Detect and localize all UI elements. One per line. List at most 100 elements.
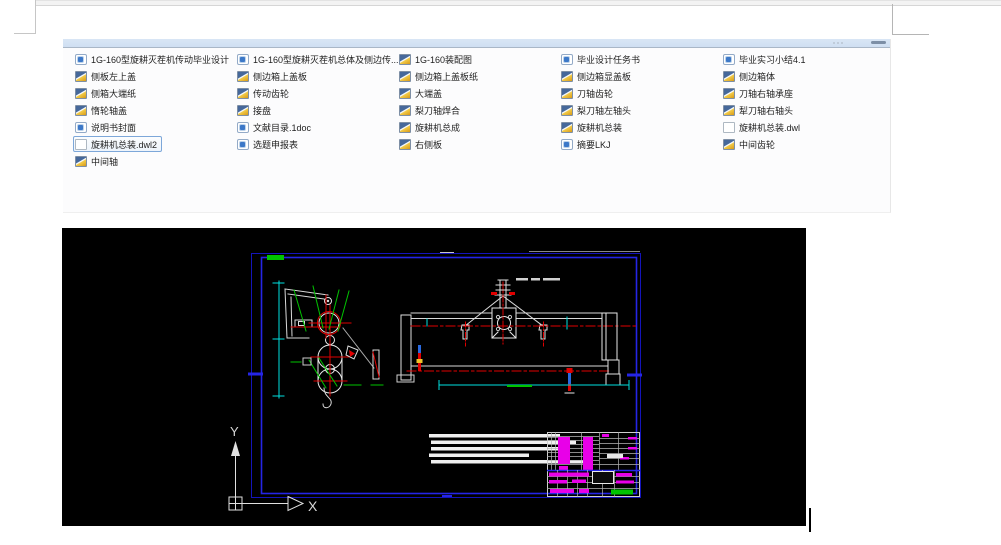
cad-canvas[interactable]: Y X [62, 228, 806, 526]
file-item[interactable]: 选题申报表 [235, 136, 303, 152]
text-cursor [809, 508, 811, 532]
file-item[interactable]: 犁刀轴右轴头 [721, 102, 798, 118]
file-column-2: 1G-160型旋耕灭茬机总体及侧边传... 侧边箱上盖板 传动齿轮 接盘 文献目录.1d… [235, 51, 399, 170]
file-name-label: 毕业实习小结4.1 [739, 54, 806, 65]
image-file-icon [399, 70, 411, 82]
file-item[interactable]: 旋耕机总装.dwl [721, 119, 805, 135]
image-file-icon [723, 70, 735, 82]
image-file-icon [399, 104, 411, 116]
image-file-icon [723, 104, 735, 116]
file-item[interactable]: 刀轴齿轮 [559, 85, 618, 101]
file-name-label: 侧板左上盖 [91, 71, 137, 82]
image-file-icon [399, 121, 411, 133]
file-item[interactable]: 1G-160型旋耕灭茬机传动毕业设计 [73, 51, 234, 67]
file-item[interactable]: 毕业设计任务书 [559, 51, 645, 67]
file-name-label: 刀轴齿轮 [577, 88, 614, 99]
file-name-label: 旋耕机总装.dwl [739, 122, 801, 133]
file-name-label: 文献目录.1doc [253, 122, 312, 133]
file-item[interactable]: 侧边箱上盖板 [235, 68, 312, 84]
file-name-label: 旋耕机总装 [577, 122, 623, 133]
image-file-icon [561, 121, 573, 133]
window-frame-line [14, 33, 36, 34]
file-item[interactable]: 中间轴 [73, 153, 123, 169]
cad-drawing: Y X [228, 251, 642, 514]
word-doc-icon [75, 53, 87, 65]
file-item[interactable]: 接盘 [235, 102, 276, 118]
file-item[interactable]: 侧边箱上盖板纸 [397, 68, 483, 84]
window-frame-line [892, 4, 893, 35]
file-column-1: 1G-160型旋耕灭茬机传动毕业设计侧板左上盖侧箱大端纸惰轮轴盖说明书封面旋耕机… [73, 51, 235, 170]
file-item[interactable]: 传动齿轮 [235, 85, 294, 101]
minimize-dash-icon[interactable] [871, 41, 886, 44]
file-name-label: 说明书封面 [91, 122, 137, 133]
file-name-label: 中间轴 [91, 156, 119, 167]
file-item[interactable]: 梨刀轴左轴头 [559, 102, 636, 118]
file-item[interactable]: 中间齿轮 [721, 136, 780, 152]
image-file-icon [399, 138, 411, 150]
file-item[interactable]: 旋耕机总成 [397, 119, 465, 135]
file-name-label: 侧边箱显盖板 [577, 71, 632, 82]
image-file-icon [75, 155, 87, 167]
image-file-icon [561, 87, 573, 99]
file-item[interactable]: 文献目录.1doc [235, 119, 316, 135]
file-name-label: 大端盖 [415, 88, 443, 99]
word-doc-icon [75, 121, 87, 133]
shaft-detail [416, 345, 573, 391]
file-item[interactable]: 侧边箱体 [721, 68, 780, 84]
file-item[interactable]: 摘要LKJ [559, 136, 616, 152]
file-name-label: 摘要LKJ [577, 139, 611, 150]
grip-dots-icon [833, 42, 835, 44]
file-column-3: 1G-160装配图 侧边箱上盖板纸 大端盖梨刀轴焊合旋耕机总成右侧板 [397, 51, 559, 170]
file-name-label: 梨刀轴左轴头 [577, 105, 632, 116]
image-file-icon [75, 70, 87, 82]
file-list: 1G-160型旋耕灭茬机传动毕业设计 侧板左上盖 侧箱大端纸 惰轮轴盖 说明书封面 旋耕机… [73, 51, 883, 170]
file-item[interactable]: 侧边箱显盖板 [559, 68, 636, 84]
file-item[interactable]: 惰轮轴盖 [73, 102, 132, 118]
file-name-label: 旋耕机总装.dwl2 [91, 139, 158, 150]
file-name-label: 犁刀轴右轴头 [739, 105, 794, 116]
file-item[interactable]: 毕业实习小结4.1 [721, 51, 811, 67]
file-item[interactable]: 侧箱大端纸 [73, 85, 141, 101]
image-file-icon [237, 70, 249, 82]
image-file-icon [237, 104, 249, 116]
file-name-label: 旋耕机总成 [415, 122, 461, 133]
word-doc-icon [237, 138, 249, 150]
image-file-icon [75, 87, 87, 99]
image-file-icon [561, 104, 573, 116]
image-file-icon [561, 70, 573, 82]
file-name-label: 侧边箱上盖板 [253, 71, 308, 82]
panel-header [63, 39, 890, 48]
image-file-icon [237, 87, 249, 99]
file-item-selected[interactable]: 旋耕机总装.dwl2 [73, 136, 163, 152]
word-doc-icon [723, 53, 735, 65]
file-column-4: 毕业设计任务书侧边箱显盖板 刀轴齿轮梨刀轴左轴头 旋耕机总装摘要LKJ [559, 51, 721, 170]
file-item[interactable]: 1G-160装配图 [397, 51, 477, 67]
file-name-label: 接盘 [253, 105, 272, 116]
file-item[interactable]: 右侧板 [397, 136, 447, 152]
image-file-icon [399, 87, 411, 99]
file-name-label: 侧边箱体 [739, 71, 776, 82]
screen: { "file_panel": { "columns": [ { "items"… [0, 0, 1001, 545]
file-name-label: 侧边箱上盖板纸 [415, 71, 479, 82]
side-view [272, 280, 384, 409]
file-name-label: 1G-160装配图 [415, 54, 473, 65]
blank-file-icon [75, 138, 87, 150]
file-list-window: 1G-160型旋耕灭茬机传动毕业设计 侧板左上盖 侧箱大端纸 惰轮轴盖 说明书封面 旋耕机… [63, 39, 891, 213]
file-name-label: 传动齿轮 [253, 88, 290, 99]
file-item[interactable]: 1G-160型旋耕灭茬机总体及侧边传... [235, 51, 404, 67]
file-name-label: 侧箱大端纸 [91, 88, 137, 99]
image-file-icon [723, 87, 735, 99]
file-name-label: 刀轴右轴承座 [739, 88, 794, 99]
file-column-5: 毕业实习小结4.1 侧边箱体刀轴右轴承座 犁刀轴右轴头 旋耕机总装.dwl 中间齿轮 [721, 51, 883, 170]
file-item[interactable]: 大端盖 [397, 85, 447, 101]
file-item[interactable]: 说明书封面 [73, 119, 141, 135]
word-doc-icon [561, 53, 573, 65]
file-item[interactable]: 刀轴右轴承座 [721, 85, 798, 101]
window-frame-line [892, 34, 929, 35]
file-item[interactable]: 旋耕机总装 [559, 119, 627, 135]
file-name-label: 右侧板 [415, 139, 443, 150]
file-item[interactable]: 侧板左上盖 [73, 68, 141, 84]
ucs-icon: Y X [228, 424, 318, 514]
file-item[interactable]: 梨刀轴焊合 [397, 102, 465, 118]
window-frame-line [35, 0, 36, 33]
